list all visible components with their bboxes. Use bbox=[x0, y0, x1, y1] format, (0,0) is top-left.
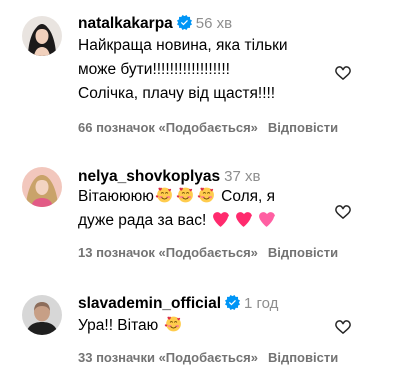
avatar[interactable] bbox=[22, 295, 62, 335]
likes-count[interactable]: 13 позначок «Подобається» bbox=[78, 245, 258, 260]
like-heart-icon[interactable] bbox=[333, 203, 353, 221]
comment-natalkakarpa: natalkakarpa 56 хв Найкраща новина, яка т… bbox=[0, 14, 394, 144]
comment-text-line: дуже рада за вас! bbox=[78, 209, 276, 233]
avatar[interactable] bbox=[22, 167, 62, 207]
comment-text-segment: Ура!! Вітаю bbox=[78, 317, 159, 334]
red-heart-icon bbox=[235, 211, 252, 228]
smiling-face-with-hearts-icon bbox=[197, 185, 216, 204]
comment-header: natalkakarpa 56 хв bbox=[78, 14, 232, 34]
verified-badge-icon bbox=[177, 15, 192, 30]
reply-button[interactable]: Відповісти bbox=[268, 350, 338, 365]
comment-meta: 33 позначки «Подобається» Відповісти bbox=[78, 350, 338, 366]
username[interactable]: nelya_shovkoplyas bbox=[78, 168, 220, 185]
likes-count[interactable]: 66 позначок «Подобається» bbox=[78, 120, 258, 135]
reply-button[interactable]: Відповісти bbox=[268, 120, 338, 135]
smiling-face-with-hearts-icon bbox=[155, 185, 174, 204]
username[interactable]: slavademin_official bbox=[78, 295, 221, 312]
reply-button[interactable]: Відповісти bbox=[268, 245, 338, 260]
smiling-face-with-hearts-icon bbox=[164, 314, 183, 333]
like-heart-icon[interactable] bbox=[333, 318, 353, 336]
likes-count[interactable]: 33 позначки «Подобається» bbox=[78, 350, 258, 365]
pink-heart-icon bbox=[258, 211, 275, 228]
comment-text-line: може бути!!!!!!!!!!!!!!!!!! bbox=[78, 61, 230, 78]
timestamp[interactable]: 56 хв bbox=[196, 15, 232, 32]
like-heart-icon[interactable] bbox=[333, 64, 353, 82]
comment-text-line: Солічка, плачу від щастя!!!! bbox=[78, 85, 276, 102]
comment-text-segment: дуже рада за вас! bbox=[78, 212, 207, 229]
comment-text-line: Найкраща новина, яка тільки bbox=[78, 37, 288, 54]
comment-slavademin-official: slavademin_official 1 год Ура!! Вітаю 33 … bbox=[0, 294, 394, 374]
comment-text-line: Вітаюююю Соля, я bbox=[78, 185, 276, 209]
comment-text-line: Ура!! Вітаю bbox=[78, 314, 184, 338]
username[interactable]: natalkakarpa bbox=[78, 15, 173, 32]
comment-header: slavademin_official 1 год bbox=[78, 294, 278, 314]
avatar[interactable] bbox=[22, 16, 62, 56]
comment-text-segment: Вітаюююю bbox=[78, 188, 154, 205]
comment-meta: 13 позначок «Подобається» Відповісти bbox=[78, 245, 338, 261]
comment-meta: 66 позначок «Подобається» Відповісти bbox=[78, 120, 338, 136]
comment-header: nelya_shovkoplyas 37 хв bbox=[78, 167, 261, 187]
comment-text-segment: Соля, я bbox=[216, 188, 276, 205]
comment-text: Найкраща новина, яка тільки може бути!!!… bbox=[78, 34, 288, 106]
timestamp[interactable]: 1 год bbox=[244, 295, 278, 312]
smiling-face-with-hearts-icon bbox=[176, 185, 195, 204]
comment-text: Вітаюююю Соля, я дуже рада за вас! bbox=[78, 185, 276, 233]
timestamp[interactable]: 37 хв bbox=[224, 168, 260, 185]
comment-nelya-shovkoplyas: nelya_shovkoplyas 37 хв Вітаюююю Соля, я … bbox=[0, 167, 394, 267]
verified-badge-icon bbox=[225, 295, 240, 310]
red-heart-icon bbox=[212, 211, 229, 228]
comment-text: Ура!! Вітаю bbox=[78, 314, 184, 338]
